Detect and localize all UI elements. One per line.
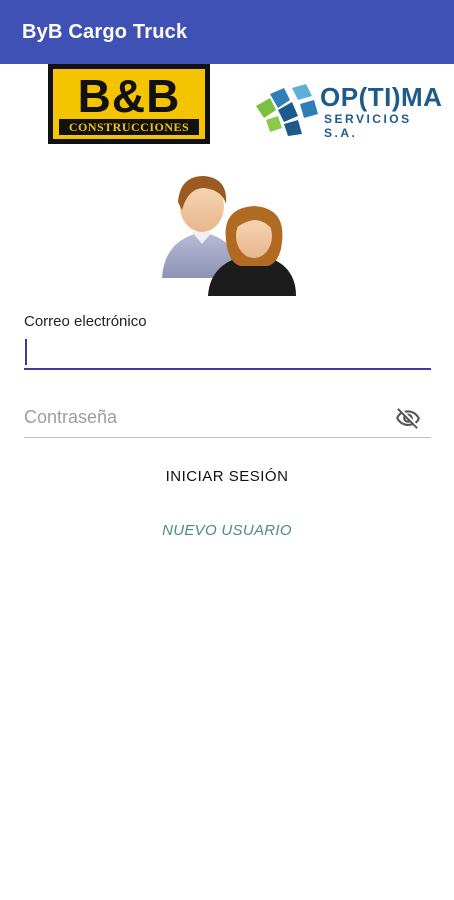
optima-logo-name: OP(TI)MA bbox=[320, 82, 443, 112]
users-icon bbox=[162, 176, 296, 296]
email-field[interactable] bbox=[24, 336, 431, 370]
password-field[interactable] bbox=[24, 398, 431, 438]
visibility-off-icon[interactable] bbox=[394, 406, 422, 432]
app-bar: ByB Cargo Truck bbox=[0, 0, 454, 64]
bb-logo-subtext: CONSTRUCCIONES bbox=[59, 119, 199, 135]
new-user-link[interactable]: NUEVO USUARIO bbox=[127, 512, 327, 548]
app-title: ByB Cargo Truck bbox=[22, 20, 188, 43]
login-button[interactable]: INICIAR SESIÓN bbox=[127, 456, 327, 496]
optima-mark-icon bbox=[256, 84, 318, 136]
optima-logo-tagline: SERVICIOS S.A. bbox=[324, 112, 412, 140]
bb-construcciones-logo: B&B CONSTRUCCIONES bbox=[48, 64, 210, 144]
text-cursor bbox=[25, 339, 27, 365]
email-label: Correo electrónico bbox=[24, 313, 147, 330]
bb-logo-text: B&B bbox=[77, 70, 181, 122]
optima-logo: OP(TI)MA SERVICIOS S.A. bbox=[256, 80, 443, 140]
